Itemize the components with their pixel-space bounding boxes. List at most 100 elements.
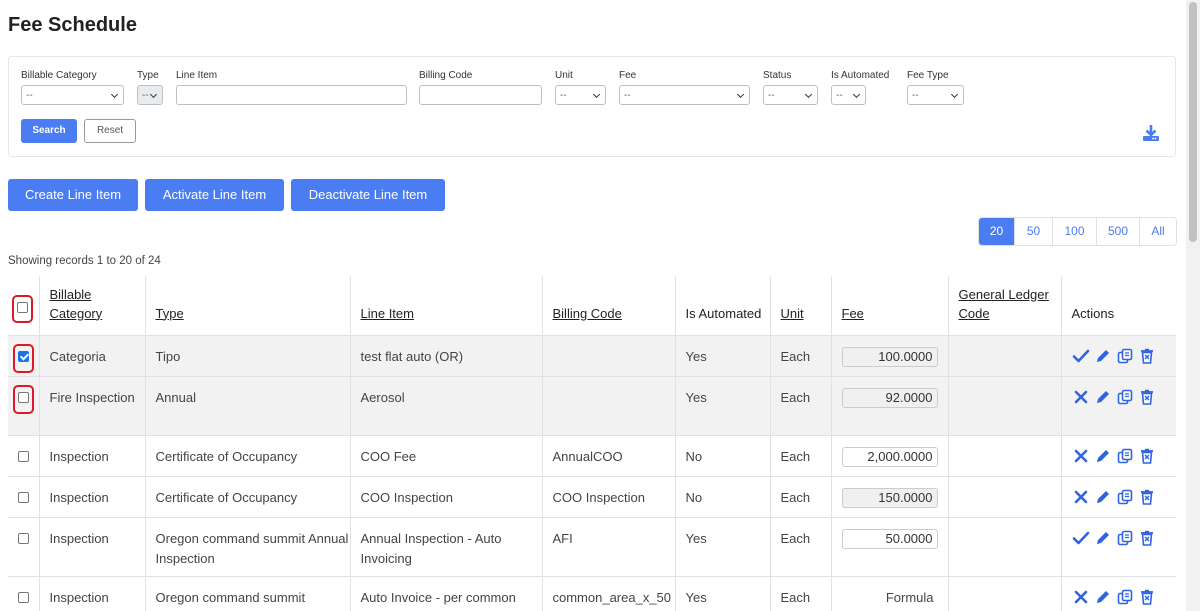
row-select-cell <box>8 517 39 577</box>
edit-pencil-icon[interactable] <box>1094 347 1112 365</box>
edit-pencil-icon[interactable] <box>1094 488 1112 506</box>
delete-trash-icon[interactable] <box>1138 488 1156 506</box>
header-unit[interactable]: Unit <box>769 276 831 336</box>
edit-pencil-icon[interactable] <box>1094 529 1112 547</box>
copy-icon[interactable] <box>1116 388 1134 406</box>
delete-trash-icon[interactable] <box>1138 388 1156 406</box>
header-billable-category-label: Billable Category <box>49 286 103 321</box>
header-fee-label: Fee <box>841 305 864 321</box>
fee-label: Fee <box>619 70 637 81</box>
row-select-cell <box>8 435 39 477</box>
row-checkbox[interactable] <box>18 591 29 603</box>
row-checkbox[interactable] <box>18 450 29 462</box>
header-type[interactable]: Type <box>144 276 350 336</box>
billable-category-select[interactable]: -- <box>21 85 124 105</box>
fee-cell: 92.0000 <box>830 376 948 436</box>
copy-icon[interactable] <box>1116 347 1134 365</box>
page-size-20[interactable]: 20 <box>979 218 1014 245</box>
deactivate-x-icon[interactable] <box>1072 447 1090 465</box>
activate-check-icon[interactable] <box>1072 529 1090 547</box>
header-gl-code[interactable]: General Ledger Code <box>947 276 1061 336</box>
category-cell: Fire Inspection <box>38 376 145 436</box>
row-checkbox[interactable] <box>18 391 29 403</box>
select-all-highlight <box>12 294 33 323</box>
reset-button[interactable]: Reset <box>84 119 136 143</box>
page-size-selector: 20 50 100 500 All <box>978 217 1177 246</box>
row-select-cell <box>8 376 39 436</box>
fee-cell: Formula <box>830 576 948 611</box>
billing-code-input[interactable] <box>419 85 542 105</box>
header-line-item[interactable]: Line Item <box>349 276 542 336</box>
edit-pencil-icon[interactable] <box>1094 588 1112 606</box>
type-cell: Certificate of Occupancy <box>144 435 350 477</box>
header-gl-code-label: General Ledger Code <box>958 286 1049 321</box>
unit-cell: Each <box>769 335 831 377</box>
page-size-100[interactable]: 100 <box>1052 218 1096 245</box>
copy-icon[interactable] <box>1116 488 1134 506</box>
create-line-item-button[interactable]: Create Line Item <box>8 179 138 211</box>
page-size-all[interactable]: All <box>1139 218 1176 245</box>
fee-input[interactable]: 50.0000 <box>841 528 938 549</box>
actions-cell <box>1060 476 1176 518</box>
scrollbar-thumb[interactable] <box>1189 2 1197 242</box>
billing-code-cell: AFI <box>541 517 675 577</box>
copy-icon[interactable] <box>1116 529 1134 547</box>
copy-icon[interactable] <box>1116 447 1134 465</box>
select-all-checkbox[interactable] <box>17 301 28 313</box>
header-fee[interactable]: Fee <box>830 276 948 336</box>
fee-select[interactable]: -- <box>619 85 750 105</box>
row-checkbox[interactable] <box>18 350 29 362</box>
category-cell: Inspection <box>38 576 145 611</box>
delete-trash-icon[interactable] <box>1138 588 1156 606</box>
deactivate-line-item-button[interactable]: Deactivate Line Item <box>291 179 445 211</box>
fee-value: Formula <box>885 589 934 605</box>
header-billing-code[interactable]: Billing Code <box>541 276 675 336</box>
edit-pencil-icon[interactable] <box>1094 447 1112 465</box>
table-header-row: Billable Category Type Line Item Billing… <box>8 276 1176 336</box>
deactivate-x-icon[interactable] <box>1072 588 1090 606</box>
page-size-500[interactable]: 500 <box>1096 218 1139 245</box>
is-automated-select[interactable]: -- <box>831 85 866 105</box>
edit-pencil-icon[interactable] <box>1094 388 1112 406</box>
header-billable-category[interactable]: Billable Category <box>38 276 145 336</box>
type-cell: Certificate of Occupancy <box>144 476 350 518</box>
gl-code-cell <box>947 376 1061 436</box>
row-checkbox[interactable] <box>18 532 29 544</box>
header-line-item-label: Line Item <box>360 305 414 321</box>
deactivate-x-icon[interactable] <box>1072 488 1090 506</box>
download-icon[interactable] <box>1142 124 1160 142</box>
activate-line-item-button[interactable]: Activate Line Item <box>145 179 284 211</box>
copy-icon[interactable] <box>1116 588 1134 606</box>
page-size-50[interactable]: 50 <box>1014 218 1052 245</box>
row-actions <box>1072 447 1177 465</box>
row-select-cell <box>8 335 39 377</box>
line-item-input[interactable] <box>176 85 407 105</box>
deactivate-x-icon[interactable] <box>1072 388 1090 406</box>
fee-type-select[interactable]: -- <box>907 85 964 105</box>
row-actions <box>1072 588 1177 606</box>
select-all-header <box>8 276 39 336</box>
header-actions-label: Actions <box>1071 305 1115 321</box>
delete-trash-icon[interactable] <box>1138 529 1156 547</box>
fee-input[interactable]: 2,000.0000 <box>841 446 938 467</box>
unit-cell: Each <box>769 576 831 611</box>
row-checkbox[interactable] <box>18 491 29 503</box>
vertical-scrollbar[interactable] <box>1186 0 1200 611</box>
delete-trash-icon[interactable] <box>1138 347 1156 365</box>
is-automated-cell: Yes <box>674 576 770 611</box>
is-automated-cell: Yes <box>674 376 770 436</box>
delete-trash-icon[interactable] <box>1138 447 1156 465</box>
table-row: Inspection Certificate of Occupancy COO … <box>8 476 1176 518</box>
search-button[interactable]: Search <box>21 119 77 143</box>
category-cell: Inspection <box>38 517 145 577</box>
unit-select[interactable]: -- <box>555 85 606 105</box>
unit-cell: Each <box>769 476 831 518</box>
status-select[interactable]: -- <box>763 85 818 105</box>
type-select[interactable]: -- <box>137 85 163 105</box>
type-cell: Tipo <box>144 335 350 377</box>
table-row: Inspection Oregon command summit Annual … <box>8 517 1176 577</box>
fee-input: 150.0000 <box>841 487 938 508</box>
billing-code-cell: AnnualCOO <box>541 435 675 477</box>
gl-code-cell <box>947 476 1061 518</box>
activate-check-icon[interactable] <box>1072 347 1090 365</box>
